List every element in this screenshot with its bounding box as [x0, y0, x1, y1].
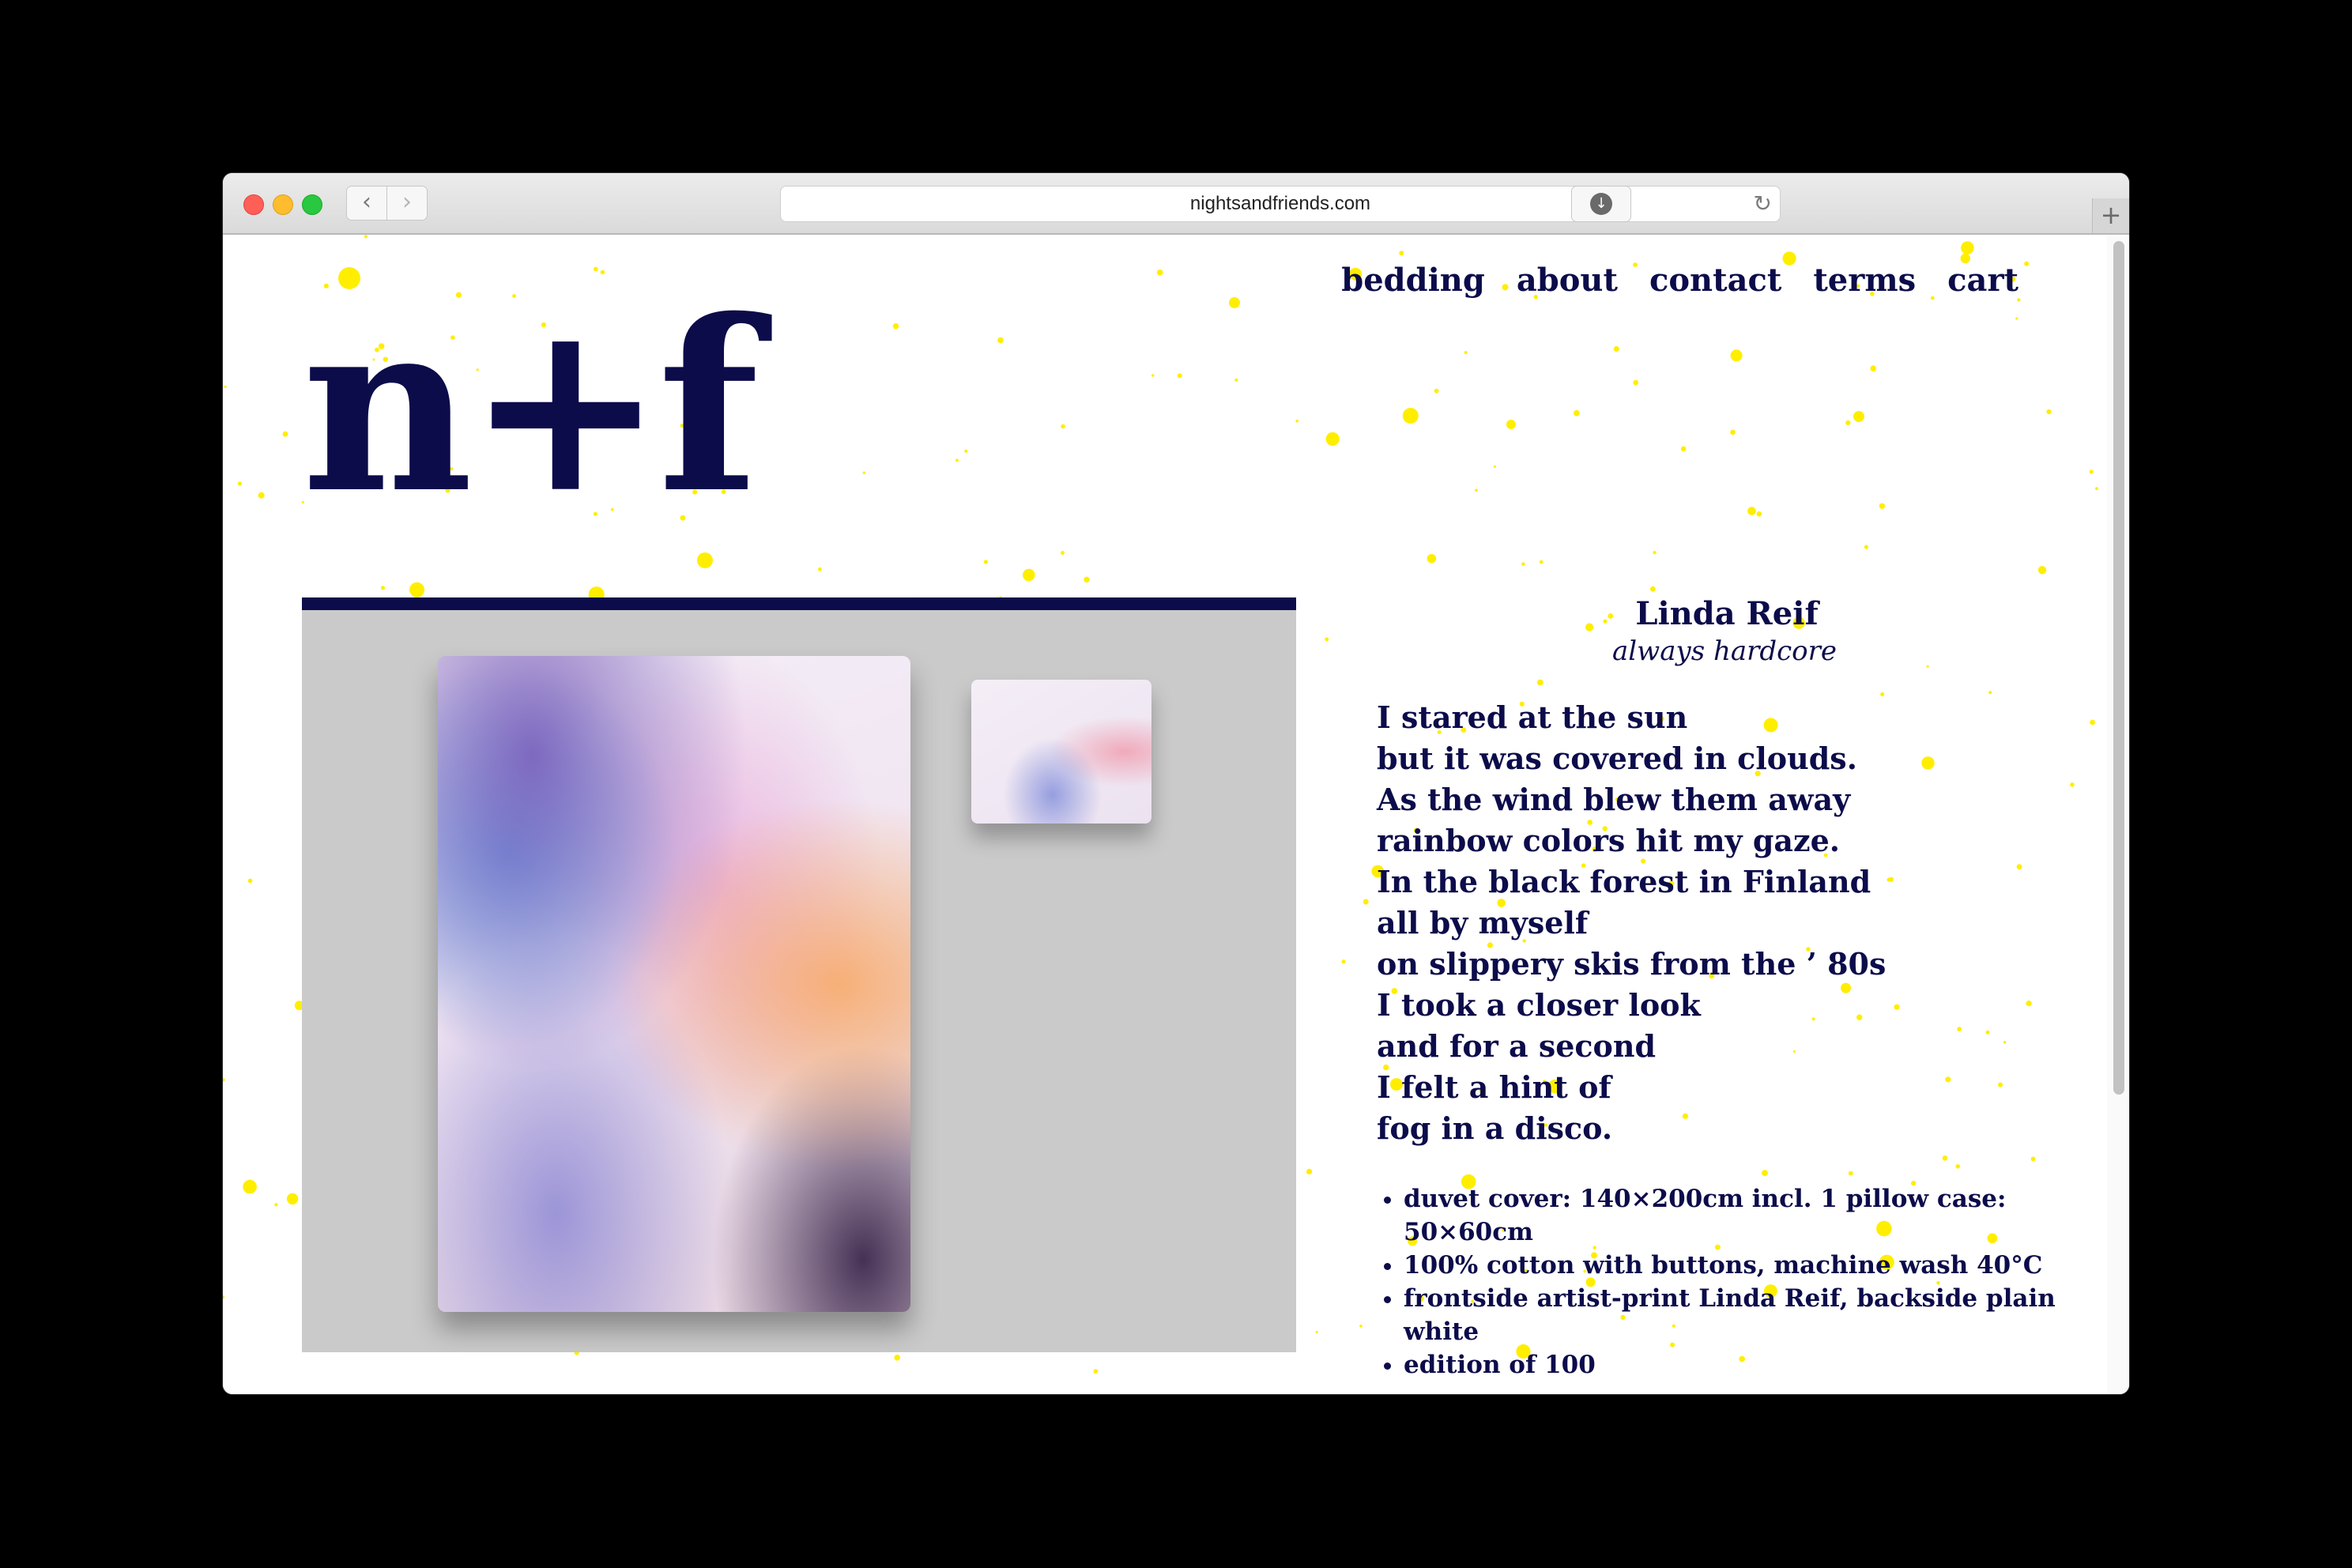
forward-button[interactable]: ›: [386, 186, 428, 220]
nav-contact[interactable]: contact: [1649, 262, 1781, 299]
download-icon: ↓: [1590, 193, 1612, 215]
chevron-right-icon: ›: [402, 188, 412, 216]
downloads-button[interactable]: ↓: [1571, 186, 1631, 222]
minimize-window-button[interactable]: [273, 194, 293, 215]
poem-line: I felt a hint of: [1377, 1069, 1611, 1105]
poem-line: As the wind blew them away: [1377, 782, 1851, 817]
poem-line: all by myself: [1377, 905, 1589, 940]
poem-line: In the black forest in Finland: [1377, 864, 1871, 899]
duvet-cover-image: [438, 656, 910, 1312]
main-nav: bedding about contact terms cart: [1341, 262, 2018, 299]
spec-item: 100% cotton with buttons, machine wash 4…: [1404, 1249, 2072, 1282]
poem-line: rainbow colors hit my gaze.: [1377, 823, 1841, 858]
zoom-window-button[interactable]: [302, 194, 322, 215]
nav-terms[interactable]: terms: [1813, 262, 1916, 299]
poem-line: on slippery skis from the ’ 80s: [1377, 946, 1886, 982]
scrollbar[interactable]: [2107, 235, 2129, 1394]
close-window-button[interactable]: [243, 194, 264, 215]
plus-icon: +: [2100, 200, 2122, 230]
page-content: bedding about contact terms cart n+f Lin…: [223, 235, 2129, 1394]
spec-item: duvet cover: 140×200cm incl. 1 pillow ca…: [1404, 1182, 2072, 1249]
nav-bedding[interactable]: bedding: [1341, 262, 1485, 299]
site-logo[interactable]: n+f: [302, 284, 760, 531]
browser-window: ‹ › nightsandfriends.com ↻ ↓ + bedding a…: [223, 173, 2129, 1394]
chevron-left-icon: ‹: [362, 188, 371, 216]
poem-line: I took a closer look: [1377, 987, 1701, 1023]
poem: I stared at the sun but it was covered i…: [1377, 697, 2072, 1149]
pillow-case-image: [971, 680, 1152, 824]
nav-about[interactable]: about: [1517, 262, 1618, 299]
spec-item: edition of 100: [1404, 1348, 2072, 1381]
new-tab-button[interactable]: +: [2092, 198, 2129, 233]
poem-line: and for a second: [1377, 1028, 1657, 1064]
product-specs: duvet cover: 140×200cm incl. 1 pillow ca…: [1377, 1182, 2072, 1381]
spec-item: frontside artist-print Linda Reif, backs…: [1404, 1282, 2072, 1348]
poem-line: I stared at the sun: [1377, 699, 1688, 735]
poem-line: but it was covered in clouds.: [1377, 741, 1857, 776]
nav-cart[interactable]: cart: [1947, 262, 2018, 299]
product-image: [302, 597, 1296, 1352]
artist-name: Linda Reif: [1635, 595, 1819, 632]
reload-icon[interactable]: ↻: [1754, 187, 1772, 221]
poem-line: fog in a disco.: [1377, 1110, 1613, 1146]
product-details: Linda Reif always hardcore I stared at t…: [1377, 595, 2072, 1381]
browser-toolbar: ‹ › nightsandfriends.com ↻ ↓ +: [223, 173, 2129, 235]
back-button[interactable]: ‹: [346, 186, 387, 220]
scrollbar-thumb[interactable]: [2113, 241, 2124, 1095]
product-title: always hardcore: [1611, 635, 1838, 667]
